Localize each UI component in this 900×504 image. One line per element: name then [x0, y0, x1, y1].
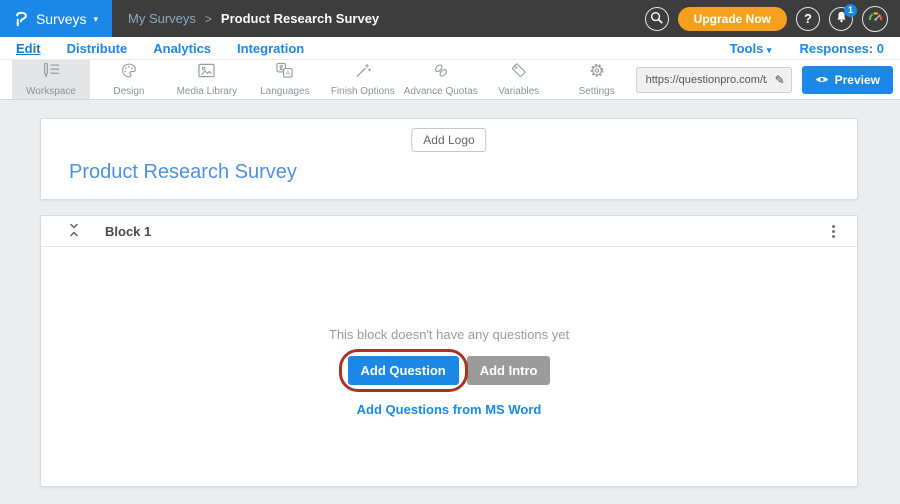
finish-options-wand-icon	[354, 62, 372, 84]
notification-badge: 1	[844, 4, 857, 17]
breadcrumb: My Surveys > Product Research Survey	[128, 11, 379, 26]
account-gauge-button[interactable]	[862, 6, 888, 32]
tools-menu[interactable]: Tools ▾	[730, 41, 772, 56]
survey-canvas: Add Logo Product Research Survey Block 1…	[0, 100, 900, 487]
upgrade-now-button[interactable]: Upgrade Now	[678, 7, 787, 31]
languages-icon: A	[275, 62, 294, 84]
toolbar-item-settings[interactable]: Settings	[558, 60, 636, 99]
toolbar-item-advance-quotas[interactable]: Advance Quotas	[402, 60, 480, 99]
block-header: Block 1	[41, 216, 857, 247]
variables-tag-icon	[510, 62, 528, 84]
block-title[interactable]: Block 1	[105, 224, 151, 239]
toolbar-item-media-library[interactable]: Media Library	[168, 60, 246, 99]
questionpro-logo-icon	[14, 9, 29, 28]
tab-analytics[interactable]: Analytics	[153, 41, 211, 56]
responses-count[interactable]: Responses: 0	[799, 41, 884, 56]
survey-title-card: Add Logo Product Research Survey	[40, 118, 858, 200]
add-question-annotated-wrap: Add Question	[348, 356, 459, 385]
block-action-buttons: Add Question Add Intro	[348, 356, 551, 385]
search-button[interactable]	[645, 7, 669, 31]
tab-distribute[interactable]: Distribute	[67, 41, 128, 56]
advance-quotas-chain-icon	[432, 62, 450, 84]
chevron-down-icon: ▾	[767, 45, 772, 55]
toolbar-right-group: ✎ Preview	[636, 60, 900, 99]
survey-title[interactable]: Product Research Survey	[69, 161, 297, 184]
search-icon	[650, 11, 663, 27]
preview-button[interactable]: Preview	[802, 66, 893, 94]
empty-block-message: This block doesn't have any questions ye…	[329, 327, 569, 342]
preview-label: Preview	[835, 73, 880, 87]
add-question-button[interactable]: Add Question	[348, 356, 459, 385]
add-logo-button[interactable]: Add Logo	[411, 128, 486, 152]
block-empty-state: This block doesn't have any questions ye…	[41, 247, 857, 486]
tab-integration[interactable]: Integration	[237, 41, 304, 56]
tab-edit[interactable]: Edit	[16, 41, 41, 56]
survey-nav: Edit Distribute Analytics Integration To…	[0, 37, 900, 60]
toolbar-item-design[interactable]: Design	[90, 60, 168, 99]
block-card: Block 1 This block doesn't have any ques…	[40, 215, 858, 487]
notifications-button[interactable]: 1	[829, 7, 853, 31]
survey-nav-tabs: Edit Distribute Analytics Integration	[16, 41, 304, 56]
toolbar-item-finish-options[interactable]: Finish Options	[324, 60, 402, 99]
add-questions-ms-word-link[interactable]: Add Questions from MS Word	[357, 402, 542, 417]
toolbar-item-languages[interactable]: A Languages	[246, 60, 324, 99]
kebab-dot	[832, 235, 835, 238]
add-intro-button[interactable]: Add Intro	[467, 356, 551, 385]
question-mark-icon: ?	[804, 11, 812, 26]
kebab-dot	[832, 225, 835, 228]
collapse-block-button[interactable]	[66, 221, 82, 242]
breadcrumb-current-survey: Product Research Survey	[221, 11, 379, 26]
edit-pencil-icon[interactable]: ✎	[775, 73, 785, 87]
settings-gear-icon	[588, 62, 606, 84]
collapse-icon	[68, 223, 80, 240]
workspace-icon	[41, 62, 61, 84]
help-button[interactable]: ?	[796, 7, 820, 31]
gauge-icon	[867, 9, 884, 29]
edit-toolbar: Workspace Design Media Library	[0, 60, 900, 100]
survey-url-input[interactable]	[636, 67, 792, 93]
brand-menu-label: Surveys	[36, 11, 87, 27]
toolbar-item-variables[interactable]: Variables	[480, 60, 558, 99]
top-header: Surveys ▾ My Surveys > Product Research …	[0, 0, 900, 37]
eye-icon	[815, 73, 829, 87]
design-palette-icon	[120, 62, 138, 84]
svg-text:A: A	[286, 70, 291, 77]
breadcrumb-separator: >	[205, 12, 212, 26]
brand-surveys-menu[interactable]: Surveys ▾	[0, 0, 112, 37]
toolbar-item-workspace[interactable]: Workspace	[12, 60, 90, 99]
survey-url-box: ✎	[636, 67, 792, 93]
block-menu-button[interactable]	[826, 221, 841, 242]
breadcrumb-my-surveys[interactable]: My Surveys	[128, 11, 196, 26]
media-library-icon	[197, 62, 216, 84]
kebab-dot	[832, 230, 835, 233]
header-actions: Upgrade Now ? 1	[645, 6, 900, 32]
survey-nav-right: Tools ▾ Responses: 0	[730, 41, 884, 56]
chevron-down-icon: ▾	[94, 14, 99, 25]
